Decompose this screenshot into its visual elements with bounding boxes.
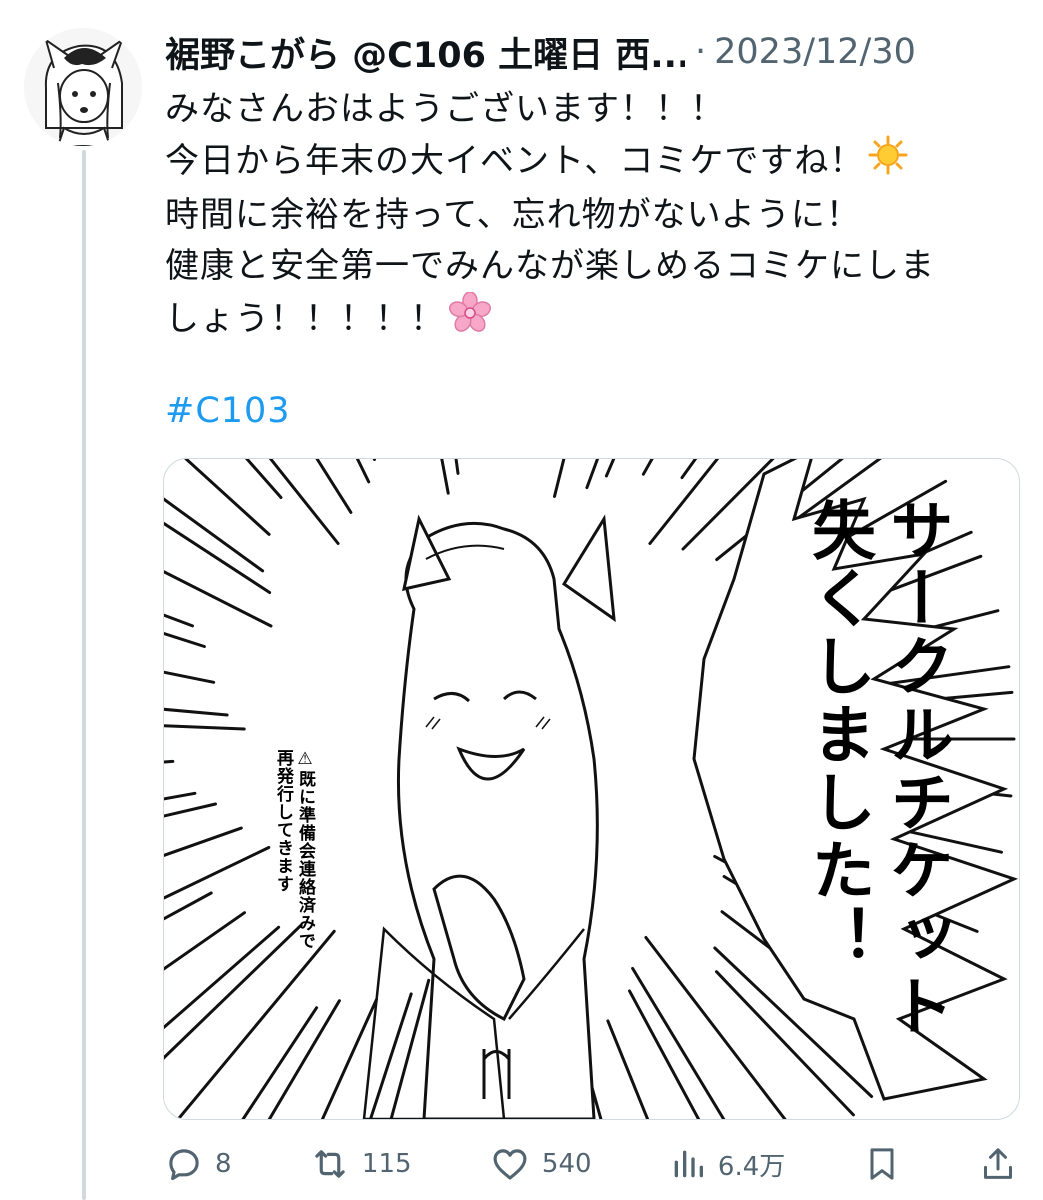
avatar[interactable] xyxy=(24,28,142,146)
speed-line xyxy=(164,802,217,818)
reply-icon xyxy=(163,1143,205,1185)
tweet-line-1: みなさんおはようございます！！！ xyxy=(165,89,725,129)
speed-line xyxy=(440,459,450,495)
tweet-line-2: 今日から年末の大イベント、コミケですね！ xyxy=(165,135,1015,190)
speed-line xyxy=(183,459,271,536)
manga-caption-main-col1: サークルチケット xyxy=(879,497,953,1041)
speed-line xyxy=(268,459,340,545)
header-separator: · xyxy=(695,32,707,72)
manga-caption-note: ⚠既に準備会連絡済みで 再発行してきます xyxy=(272,749,316,950)
heart-icon xyxy=(488,1143,532,1185)
manga-caption-note-col2: 再発行してきます xyxy=(273,749,293,893)
speed-line xyxy=(585,459,600,490)
speed-line xyxy=(606,1019,650,1119)
speed-line xyxy=(164,724,246,731)
speed-line xyxy=(164,521,272,594)
retweet-count: 115 xyxy=(361,1149,412,1179)
manga-caption-main: サークルチケット 失くしました！ xyxy=(799,497,955,1041)
speed-line xyxy=(164,846,271,900)
speed-line xyxy=(631,966,726,1119)
speed-line xyxy=(641,459,654,476)
sun-emoji-icon xyxy=(868,135,908,190)
tweet-line-3: 時間に余裕を持って、忘れ物がないように！ xyxy=(165,195,861,235)
speed-line xyxy=(164,923,303,1060)
views-button[interactable]: 6.4万 xyxy=(668,1143,785,1185)
cherry-blossom-emoji-icon xyxy=(449,291,491,349)
like-count: 540 xyxy=(541,1149,592,1179)
speed-line xyxy=(164,707,229,717)
tweet-media-image[interactable]: サークルチケット 失くしました！ ⚠既に準備会連絡済みで 再発行してきます xyxy=(163,458,1020,1120)
speed-line xyxy=(176,929,336,1119)
speed-line xyxy=(368,992,413,1119)
bookmark-button[interactable] xyxy=(862,1143,902,1185)
tweet-line-5-text: しょう！！！！！ xyxy=(165,299,445,339)
manga-caption-main-col2: 失くしました！ xyxy=(801,497,875,973)
speed-line xyxy=(267,999,341,1119)
share-icon xyxy=(978,1143,1018,1185)
tweet-action-bar: 8 115 540 6.4万 xyxy=(163,1135,1018,1193)
tweet-line-2-text: 今日から年末の大イベント、コミケですね！ xyxy=(165,141,865,181)
reply-button[interactable]: 8 xyxy=(163,1143,232,1185)
manga-caption-note-col1: ⚠既に準備会連絡済みで xyxy=(295,749,315,950)
tweet-line-4: 健康と安全第一でみんなが楽しめるコミケにしま xyxy=(165,246,935,286)
speed-line xyxy=(372,459,376,461)
views-count: 6.4万 xyxy=(717,1151,786,1182)
thread-connector-line xyxy=(82,150,86,1200)
tweet-header: 裾野こがら @C106 土曜日 西... · 2023/12/30 xyxy=(165,22,916,82)
speed-line xyxy=(164,613,194,628)
like-button[interactable]: 540 xyxy=(488,1143,592,1185)
retweet-icon xyxy=(308,1143,352,1185)
hashtag-link[interactable]: #C103 xyxy=(165,386,291,437)
avatar-illustration xyxy=(24,28,142,146)
author-name[interactable]: 裾野こがら @C106 土曜日 西... xyxy=(165,27,685,78)
tweet-text: みなさんおはようございます！！！ 今日から年末の大イベント、コミケですね！ 時間… xyxy=(165,84,1015,349)
tweet-line-5: しょう！！！！！ xyxy=(165,291,1015,349)
retweet-button[interactable]: 115 xyxy=(308,1143,412,1185)
reply-count: 8 xyxy=(215,1149,232,1179)
bookmark-icon xyxy=(862,1143,902,1185)
tweet-timestamp[interactable]: 2023/12/30 xyxy=(714,32,916,72)
speed-line xyxy=(164,759,175,764)
bar-chart-icon xyxy=(668,1143,708,1185)
share-button[interactable] xyxy=(978,1143,1018,1185)
